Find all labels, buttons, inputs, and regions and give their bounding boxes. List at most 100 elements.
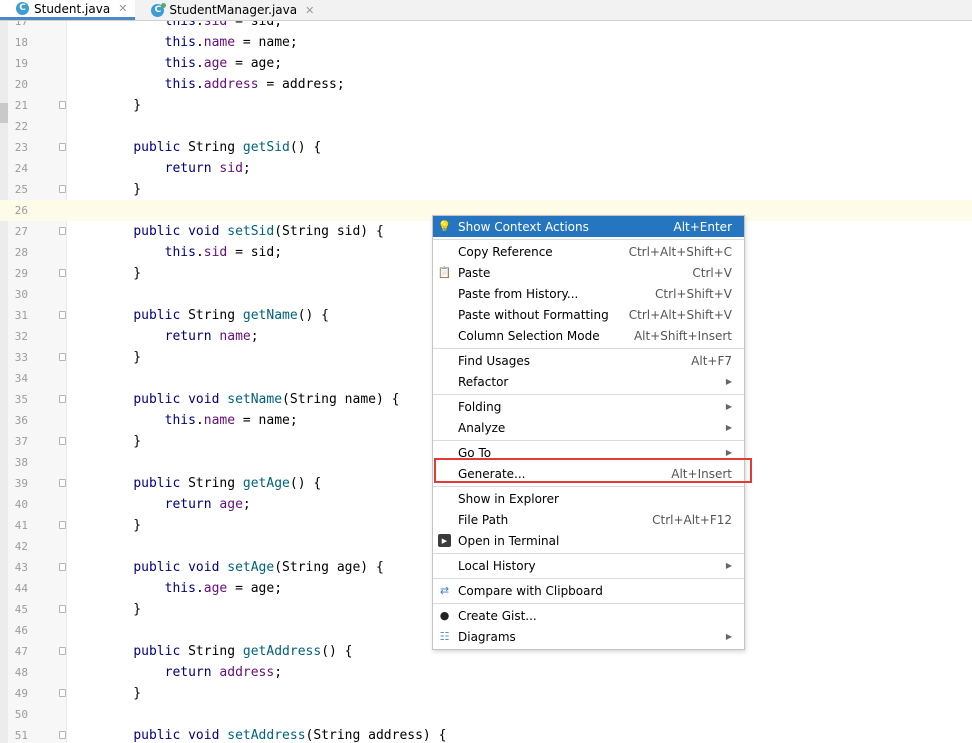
line-number: 18 <box>14 36 28 49</box>
line-number: 43 <box>14 561 28 574</box>
code-token: name <box>219 329 251 344</box>
code-text: this.sid = sid; <box>102 21 282 32</box>
code-line: 23 public String getSid() { <box>0 137 972 158</box>
code-text: } <box>102 431 141 452</box>
fold-marker-icon[interactable] <box>59 731 66 739</box>
code-text: public String getSid() { <box>102 137 321 158</box>
line-number: 40 <box>14 498 28 511</box>
code-text: this.address = address; <box>102 74 345 95</box>
line-number: 51 <box>14 729 28 742</box>
tab-label: StudentManager.java <box>169 3 298 17</box>
menu-item-paste-from-history[interactable]: Paste from History... Ctrl+Shift+V <box>433 283 744 304</box>
tab-student-java[interactable]: C Student.java ✕ <box>0 0 136 20</box>
menu-item-find-usages[interactable]: Find Usages Alt+F7 <box>433 350 744 371</box>
menu-item-column-selection-mode[interactable]: Column Selection Mode Alt+Shift+Insert <box>433 325 744 346</box>
menu-item-diagrams[interactable]: ☷ Diagrams ▶ <box>433 626 744 647</box>
code-token: public <box>133 560 181 575</box>
menu-item-paste[interactable]: 📋 Paste Ctrl+V <box>433 262 744 283</box>
close-icon[interactable]: ✕ <box>305 4 314 17</box>
menu-item-label: Show in Explorer <box>458 491 559 506</box>
fold-marker-icon[interactable] <box>59 521 66 529</box>
code-line: 17 this.sid = sid; <box>0 21 972 32</box>
fold-marker-icon[interactable] <box>59 437 66 445</box>
code-token: ; <box>242 497 251 512</box>
line-number: 17 <box>14 21 28 28</box>
fold-marker-icon[interactable] <box>59 353 66 361</box>
menu-item-analyze[interactable]: Analyze ▶ <box>433 417 744 438</box>
fold-marker-icon[interactable] <box>59 269 66 277</box>
line-number: 41 <box>14 519 28 532</box>
code-token: . <box>195 245 204 260</box>
fold-marker-icon[interactable] <box>59 311 66 319</box>
submenu-arrow-icon: ▶ <box>725 561 732 570</box>
menu-item-paste-without-formatting[interactable]: Paste without Formatting Ctrl+Alt+Shift+V <box>433 304 744 325</box>
menu-item-show-in-explorer[interactable]: Show in Explorer <box>433 488 744 509</box>
close-icon[interactable]: ✕ <box>118 2 127 15</box>
line-number: 28 <box>14 246 28 259</box>
code-text: this.name = name; <box>102 410 298 431</box>
submenu-arrow-icon: ▶ <box>725 377 732 386</box>
menu-item-folding[interactable]: Folding ▶ <box>433 396 744 417</box>
fold-marker-icon[interactable] <box>59 563 66 571</box>
menu-item-label: File Path <box>458 512 509 527</box>
fold-marker-icon[interactable] <box>59 479 66 487</box>
code-text: } <box>102 179 141 200</box>
code-token: void <box>188 728 220 743</box>
code-line: 48 return address; <box>0 662 972 683</box>
menu-item-open-in-terminal[interactable]: ▶ Open in Terminal <box>433 530 744 551</box>
code-token: getName <box>242 308 298 323</box>
code-token: } <box>102 434 142 449</box>
menu-item-compare-with-clipboard[interactable]: ⇄ Compare with Clipboard <box>433 580 744 601</box>
code-text: } <box>102 683 141 704</box>
fold-marker-icon[interactable] <box>59 185 66 193</box>
fold-marker-icon[interactable] <box>59 227 66 235</box>
menu-item-go-to[interactable]: Go To ▶ <box>433 442 744 463</box>
code-token: public <box>133 644 181 659</box>
compare-icon: ⇄ <box>439 584 450 597</box>
line-number: 44 <box>14 582 28 595</box>
menu-item-label: Go To <box>458 445 492 460</box>
menu-item-show-context-actions[interactable]: 💡 Show Context Actions Alt+Enter <box>433 216 744 237</box>
tab-studentmanager-java[interactable]: C StudentManager.java ✕ <box>135 0 322 20</box>
menu-item-copy-reference[interactable]: Copy Reference Ctrl+Alt+Shift+C <box>433 241 744 262</box>
code-token: this <box>164 35 196 50</box>
menu-item-label: Local History <box>458 558 536 573</box>
menu-item-shortcut: Alt+Shift+Insert <box>633 328 732 343</box>
submenu-arrow-icon: ▶ <box>725 402 732 411</box>
code-token: . <box>195 77 204 92</box>
code-token: return <box>164 665 212 680</box>
fold-marker-icon[interactable] <box>59 689 66 697</box>
code-token: String <box>180 644 243 659</box>
menu-item-label: Analyze <box>458 420 506 435</box>
code-token: = age; <box>227 56 283 71</box>
menu-item-shortcut: Alt+Insert <box>671 466 732 481</box>
menu-item-generate[interactable]: Generate... Alt+Insert <box>433 463 744 484</box>
code-token: } <box>102 518 142 533</box>
menu-item-label: Paste <box>458 265 491 280</box>
fold-marker-icon[interactable] <box>59 143 66 151</box>
menu-separator <box>433 348 744 349</box>
fold-marker-icon[interactable] <box>59 605 66 613</box>
java-class-icon: C <box>16 2 29 15</box>
fold-marker-icon[interactable] <box>59 101 66 109</box>
menu-item-refactor[interactable]: Refactor ▶ <box>433 371 744 392</box>
menu-item-shortcut: Ctrl+V <box>692 265 732 280</box>
menu-item-create-gist[interactable]: ● Create Gist... <box>433 605 744 626</box>
code-text: return sid; <box>102 158 251 179</box>
code-token: . <box>195 581 204 596</box>
code-text: } <box>102 347 141 368</box>
menu-item-label: Copy Reference <box>458 244 553 259</box>
code-token: void <box>188 392 220 407</box>
menu-item-label: Find Usages <box>458 353 531 368</box>
code-text: } <box>102 95 141 116</box>
menu-item-file-path[interactable]: File Path Ctrl+Alt+F12 <box>433 509 744 530</box>
fold-marker-icon[interactable] <box>59 395 66 403</box>
menu-item-local-history[interactable]: Local History ▶ <box>433 555 744 576</box>
fold-marker-icon[interactable] <box>59 647 66 655</box>
